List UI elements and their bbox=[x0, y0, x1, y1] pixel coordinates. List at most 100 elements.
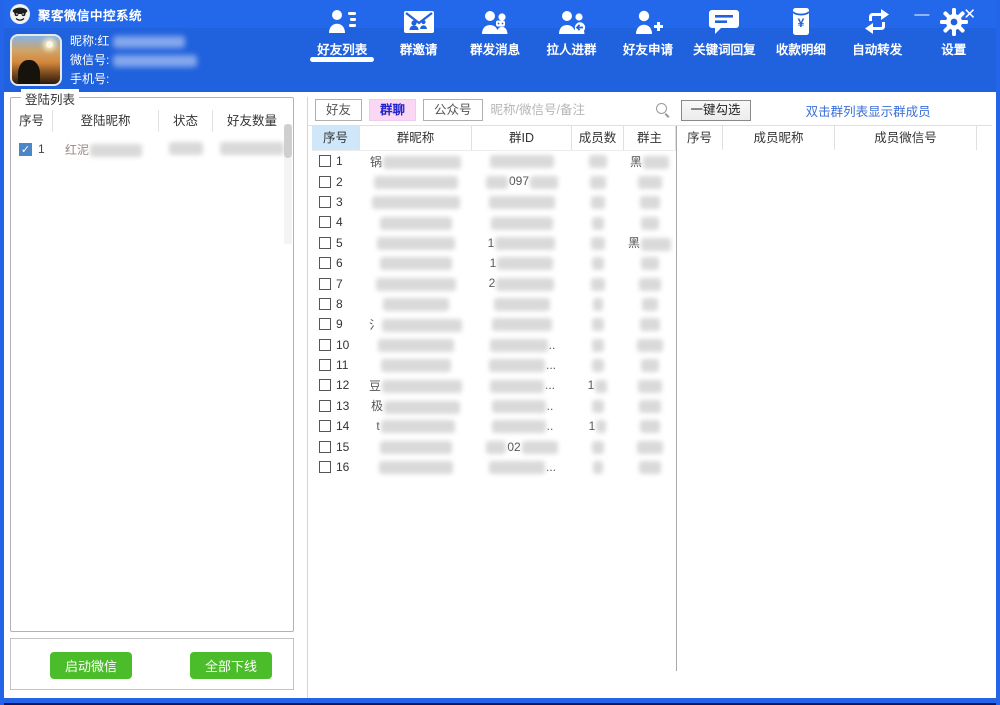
redacted-blur bbox=[220, 142, 284, 155]
row-checkbox[interactable] bbox=[319, 237, 331, 249]
redacted-blur bbox=[169, 142, 203, 155]
group-row[interactable]: 16... bbox=[312, 457, 676, 477]
wechat-id-label: 微信号: bbox=[70, 51, 109, 70]
redacted-blur bbox=[113, 36, 185, 48]
group-row[interactable]: 1锅黑 bbox=[312, 151, 676, 171]
group-row[interactable]: 11... bbox=[312, 355, 676, 375]
redacted-blur bbox=[494, 298, 550, 311]
redacted-blur bbox=[372, 196, 460, 209]
tab-friends[interactable]: 好友 bbox=[315, 99, 362, 121]
group-row[interactable]: 2097 bbox=[312, 171, 676, 191]
redacted-blur bbox=[90, 144, 142, 157]
redacted-blur bbox=[379, 461, 453, 474]
group-row[interactable]: 4 bbox=[312, 212, 676, 232]
column-header: 好友数量 bbox=[213, 110, 291, 132]
row-number: 11 bbox=[336, 358, 348, 372]
row-checkbox[interactable] bbox=[319, 359, 331, 371]
row-checkbox[interactable] bbox=[319, 176, 331, 188]
search-icon[interactable] bbox=[655, 102, 671, 118]
login-table-row[interactable]: ✓ 1 红泥 bbox=[11, 136, 293, 162]
row-checkbox[interactable] bbox=[319, 318, 331, 330]
group-row[interactable]: 13极.. bbox=[312, 396, 676, 416]
login-actions-box: 启动微信 全部下线 bbox=[10, 638, 294, 690]
login-scrollbar[interactable] bbox=[284, 124, 292, 244]
redacted-blur bbox=[380, 217, 452, 230]
row-checkbox[interactable] bbox=[319, 400, 331, 412]
redacted-blur bbox=[383, 298, 449, 311]
redacted-blur bbox=[641, 359, 659, 372]
redacted-blur bbox=[378, 339, 454, 352]
nav-item-group-invite[interactable]: 群邀请 bbox=[380, 0, 456, 64]
tab-group-chat[interactable]: 群聊 bbox=[369, 99, 416, 121]
tab-row: 好友 群聊 公众号 一键勾选 双击群列表显示群成员 bbox=[308, 97, 992, 123]
row-checkbox[interactable] bbox=[319, 339, 331, 351]
nav-item-friend-list[interactable]: 好友列表 bbox=[304, 0, 380, 64]
nav-item-pull-into-group[interactable]: 拉人进群 bbox=[533, 0, 609, 64]
row-number: 15 bbox=[336, 440, 349, 454]
redacted-blur bbox=[384, 401, 460, 414]
column-header: 状态 bbox=[159, 110, 213, 132]
nav-item-friend-request[interactable]: 好友申请 bbox=[610, 0, 686, 64]
redacted-blur bbox=[641, 257, 659, 270]
user-avatar bbox=[10, 34, 62, 86]
select-all-button[interactable]: 一键勾选 bbox=[681, 100, 751, 121]
nickname-value: 红 bbox=[97, 32, 109, 51]
row-checkbox[interactable] bbox=[319, 196, 331, 208]
nav-item-settings[interactable]: 设置 bbox=[916, 0, 992, 64]
nav-item-auto-forward[interactable]: 自动转发 bbox=[839, 0, 915, 64]
column-header: 群ID bbox=[472, 126, 572, 150]
column-header: 序号 bbox=[312, 126, 360, 150]
row-number: 5 bbox=[336, 236, 343, 250]
login-row-checkbox[interactable]: ✓ bbox=[19, 143, 32, 156]
redacted-blur bbox=[497, 257, 553, 270]
row-checkbox[interactable] bbox=[319, 441, 331, 453]
group-row[interactable]: 51黑 bbox=[312, 233, 676, 253]
row-number: 3 bbox=[336, 195, 343, 209]
row-checkbox[interactable] bbox=[319, 257, 331, 269]
svg-text:¥: ¥ bbox=[798, 16, 805, 30]
tab-official-account[interactable]: 公众号 bbox=[423, 99, 483, 121]
login-table-header: 序号登陆昵称状态好友数量 bbox=[11, 110, 293, 132]
group-row[interactable]: 3 bbox=[312, 192, 676, 212]
nav-item-mass-message[interactable]: 群发消息 bbox=[457, 0, 533, 64]
row-checkbox[interactable] bbox=[319, 461, 331, 473]
row-checkbox[interactable] bbox=[319, 298, 331, 310]
row-checkbox[interactable] bbox=[319, 278, 331, 290]
group-row[interactable]: 14t..1 bbox=[312, 416, 676, 436]
group-row[interactable]: 9氵 bbox=[312, 314, 676, 334]
nav-item-payment-detail[interactable]: ¥ 收款明细 bbox=[763, 0, 839, 64]
people-arrow-icon bbox=[556, 7, 588, 37]
start-wechat-button[interactable]: 启动微信 bbox=[50, 652, 132, 679]
nav-item-label: 好友申请 bbox=[623, 39, 673, 58]
row-checkbox[interactable] bbox=[319, 216, 331, 228]
group-row[interactable]: 72 bbox=[312, 273, 676, 293]
row-checkbox[interactable] bbox=[319, 420, 331, 432]
redacted-blur bbox=[641, 238, 671, 251]
redacted-blur bbox=[492, 400, 546, 413]
nav-item-label: 群发消息 bbox=[470, 39, 520, 58]
row-number: 2 bbox=[336, 175, 343, 189]
group-row[interactable]: 61 bbox=[312, 253, 676, 273]
redacted-blur bbox=[381, 420, 455, 433]
group-row[interactable]: 12豆...1 bbox=[312, 375, 676, 395]
search-input[interactable] bbox=[491, 103, 651, 117]
row-checkbox[interactable] bbox=[319, 379, 331, 391]
redacted-blur bbox=[639, 461, 661, 474]
group-row[interactable]: 10.. bbox=[312, 335, 676, 355]
red-packet-icon: ¥ bbox=[785, 7, 817, 37]
redacted-blur bbox=[591, 196, 605, 209]
show-members-hint-link[interactable]: 双击群列表显示群成员 bbox=[806, 101, 931, 120]
redacted-blur bbox=[592, 400, 604, 413]
redacted-blur bbox=[490, 380, 544, 393]
redacted-blur bbox=[491, 217, 553, 230]
group-row[interactable]: 1502 bbox=[312, 436, 676, 456]
row-checkbox[interactable] bbox=[319, 155, 331, 167]
redacted-blur bbox=[486, 441, 506, 454]
redacted-blur bbox=[639, 278, 661, 291]
group-row[interactable]: 8 bbox=[312, 294, 676, 314]
all-offline-button[interactable]: 全部下线 bbox=[190, 652, 272, 679]
redacted-blur bbox=[496, 278, 554, 291]
redacted-blur bbox=[377, 237, 455, 250]
nav-item-label: 收款明细 bbox=[776, 39, 826, 58]
nav-item-keyword-reply[interactable]: 关键词回复 bbox=[686, 0, 762, 64]
